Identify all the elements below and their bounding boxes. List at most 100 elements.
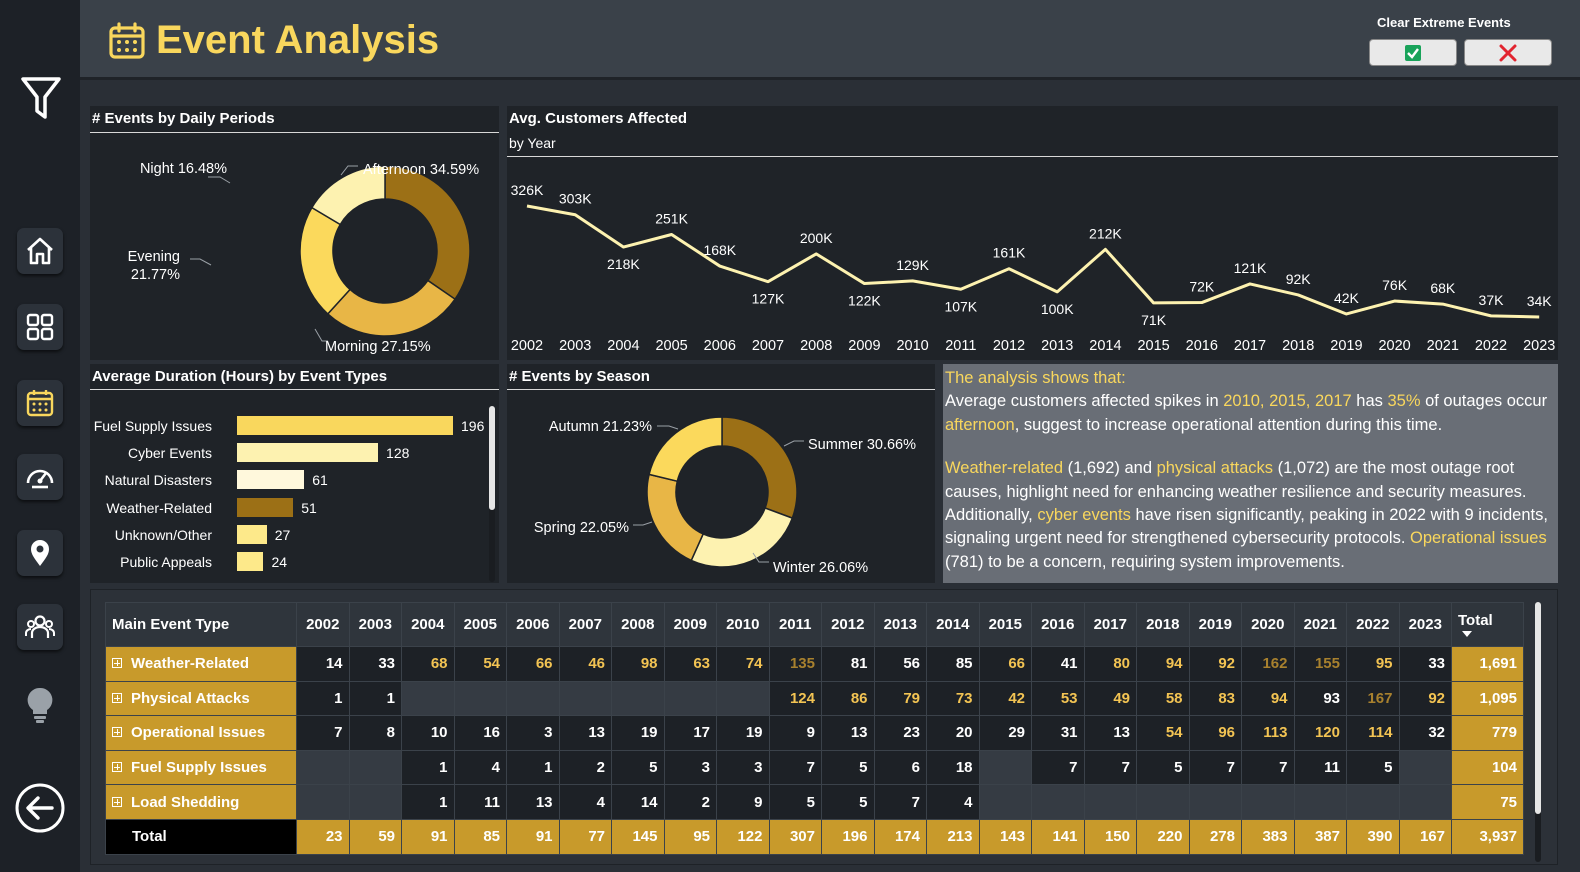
home-button[interactable]: [17, 228, 63, 274]
column-header-year[interactable]: 2005: [453, 602, 507, 647]
bar[interactable]: [237, 524, 267, 544]
x-tick-label: 2012: [993, 338, 1025, 354]
expand-plus-icon[interactable]: [112, 658, 122, 669]
expand-plus-icon[interactable]: [112, 796, 122, 807]
bar[interactable]: [237, 416, 453, 435]
column-header-year[interactable]: 2010: [716, 602, 770, 647]
bar-value-label: 196: [461, 418, 485, 434]
season-slice-autumn[interactable]: [648, 416, 723, 483]
total-cell: 387: [1293, 818, 1347, 855]
table-cell: 5: [821, 784, 875, 820]
column-header-year[interactable]: 2011: [768, 602, 822, 647]
column-header-year[interactable]: 2013: [873, 602, 927, 647]
table-cell: 68: [401, 646, 455, 682]
event-analysis-button[interactable]: [17, 380, 63, 426]
data-label: 71K: [1141, 312, 1167, 328]
column-header-year[interactable]: 2003: [348, 602, 402, 647]
column-header-year[interactable]: 2022: [1346, 602, 1400, 647]
column-header-year[interactable]: 2019: [1188, 602, 1242, 647]
insights-button[interactable]: [22, 684, 58, 728]
column-header-year[interactable]: 2023: [1398, 602, 1452, 647]
column-header-total[interactable]: Total: [1451, 602, 1524, 647]
duration-chart: Fuel Supply Issues 196 Cyber Events 128 Natu…: [90, 364, 485, 583]
column-header-year[interactable]: 2016: [1031, 602, 1085, 647]
back-button[interactable]: [14, 782, 66, 834]
total-cell: 91: [506, 818, 560, 855]
table-cell: [401, 680, 455, 717]
overview-button[interactable]: [17, 304, 63, 350]
column-header-year[interactable]: 2012: [821, 602, 875, 647]
duration-scrollbar[interactable]: [489, 406, 495, 582]
table-cell: 7: [1188, 749, 1242, 786]
total-row: Total 23 59 91 85 91 77 145 95 122 307 196 174 213 143…: [105, 818, 1524, 855]
row-label[interactable]: Load Shedding: [105, 784, 297, 820]
bar[interactable]: [237, 497, 294, 517]
table-cell: 4: [926, 784, 980, 820]
table-cell: 66: [978, 646, 1032, 682]
column-header-year[interactable]: 2002: [296, 602, 350, 647]
table-cell: 33: [348, 646, 402, 682]
column-header-year[interactable]: 2008: [611, 602, 665, 647]
customers-button[interactable]: [17, 604, 63, 650]
season-slice-summer[interactable]: [721, 416, 798, 520]
expand-plus-icon[interactable]: [112, 692, 122, 703]
daily-slice-afternoon[interactable]: [384, 165, 471, 301]
bar[interactable]: [237, 552, 264, 571]
x-tick-label: 2019: [1330, 338, 1362, 354]
column-header-year[interactable]: 2018: [1136, 602, 1190, 647]
data-label: 37K: [1479, 292, 1505, 308]
matrix-scrollbar[interactable]: [1535, 602, 1541, 862]
matrix-scroll-thumb[interactable]: [1535, 602, 1541, 814]
table-cell: 53: [1031, 680, 1085, 717]
row-label[interactable]: Fuel Supply Issues: [105, 749, 297, 786]
column-header-year[interactable]: 2007: [558, 602, 612, 647]
duration-scroll-thumb[interactable]: [489, 406, 495, 510]
column-header-year[interactable]: 2014: [926, 602, 980, 647]
column-header-year[interactable]: 2020: [1241, 602, 1295, 647]
bar-value-label: 51: [301, 499, 317, 516]
bar-value-label: 128: [386, 445, 410, 462]
column-header-year[interactable]: 2009: [663, 602, 717, 647]
table-cell: [1188, 784, 1242, 820]
analysis-text-box: The analysis shows that: Average custome…: [943, 364, 1558, 583]
table-cell: 32: [1398, 715, 1452, 751]
column-header-year[interactable]: 2017: [1083, 602, 1137, 647]
table-cell: 98: [611, 646, 665, 682]
column-header-main-event-type[interactable]: Main Event Type: [105, 602, 297, 647]
column-header-year[interactable]: 2015: [978, 602, 1032, 647]
bar[interactable]: [237, 470, 305, 490]
expand-plus-icon[interactable]: [112, 762, 122, 773]
performance-button[interactable]: [17, 454, 63, 500]
total-cell: 278: [1188, 818, 1242, 855]
bar[interactable]: [237, 443, 379, 463]
bar-category-label: Weather-Related: [106, 499, 212, 516]
season-slice-winter[interactable]: [690, 507, 794, 568]
season-slice-spring[interactable]: [646, 473, 705, 562]
table-cell: [611, 680, 665, 717]
column-header-year[interactable]: 2004: [401, 602, 455, 647]
daily-slice-evening[interactable]: [299, 206, 352, 315]
filter-button[interactable]: [18, 74, 64, 124]
row-label[interactable]: Physical Attacks: [105, 680, 297, 717]
table-cell: [296, 749, 350, 786]
table-cell: 9: [716, 784, 770, 820]
clear-cancel-button[interactable]: [1464, 39, 1552, 66]
expand-plus-icon[interactable]: [112, 727, 122, 738]
analysis-paragraph-1: Average customers affected spikes in 201…: [945, 392, 1548, 434]
table-cell: 14: [296, 646, 350, 682]
total-cell: 85: [453, 818, 507, 855]
column-header-year[interactable]: 2006: [506, 602, 560, 647]
total-cell: 91: [401, 818, 455, 855]
column-header-year[interactable]: 2021: [1293, 602, 1347, 647]
row-label[interactable]: Operational Issues: [105, 715, 297, 751]
bar-value-label: 24: [271, 554, 288, 570]
season-chart: Summer 30.66% Winter 26.06% Spring 22.05…: [534, 416, 916, 576]
data-label: 200K: [800, 230, 833, 246]
table-cell: 42: [978, 680, 1032, 717]
table-cell: 11: [453, 784, 507, 820]
row-label[interactable]: Weather-Related: [105, 646, 297, 682]
table-cell: 13: [506, 784, 560, 820]
clear-confirm-button[interactable]: [1369, 39, 1457, 66]
row-total-cell: 779: [1451, 715, 1524, 751]
map-button[interactable]: [17, 530, 63, 576]
